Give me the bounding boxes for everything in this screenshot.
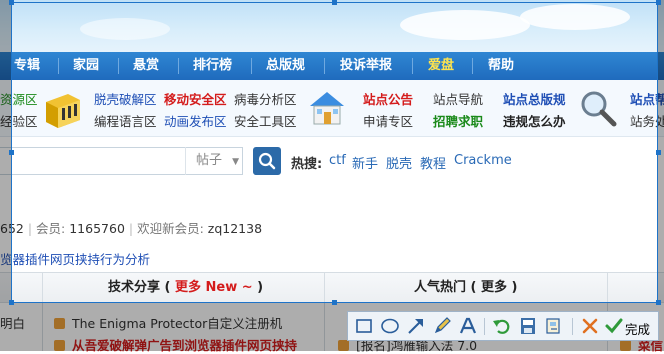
toolbar-divider — [572, 318, 573, 335]
resize-handle[interactable] — [656, 0, 661, 5]
arrow-icon[interactable] — [406, 316, 426, 336]
undo-icon[interactable] — [492, 316, 512, 336]
done-button[interactable]: 完成 — [625, 319, 650, 338]
toolbar-divider — [484, 318, 485, 335]
close-icon[interactable] — [580, 316, 600, 336]
resize-handle[interactable] — [332, 300, 337, 305]
rectangle-icon[interactable] — [354, 316, 374, 336]
capture-toolbar: 完成 — [347, 311, 659, 341]
resize-handle[interactable] — [9, 0, 14, 5]
save-icon[interactable] — [518, 316, 538, 336]
capture-selection-frame[interactable] — [11, 2, 658, 303]
resize-handle[interactable] — [9, 300, 14, 305]
text-icon[interactable] — [458, 316, 478, 336]
checkmark-icon[interactable] — [604, 316, 624, 336]
resize-handle[interactable] — [332, 0, 337, 5]
resize-handle[interactable] — [656, 300, 661, 305]
copy-icon[interactable] — [544, 316, 564, 336]
pen-icon[interactable] — [432, 316, 452, 336]
ellipse-icon[interactable] — [380, 316, 400, 336]
capture-dim-overlay — [0, 0, 11, 351]
resize-handle[interactable] — [656, 150, 661, 155]
resize-handle[interactable] — [9, 150, 14, 155]
